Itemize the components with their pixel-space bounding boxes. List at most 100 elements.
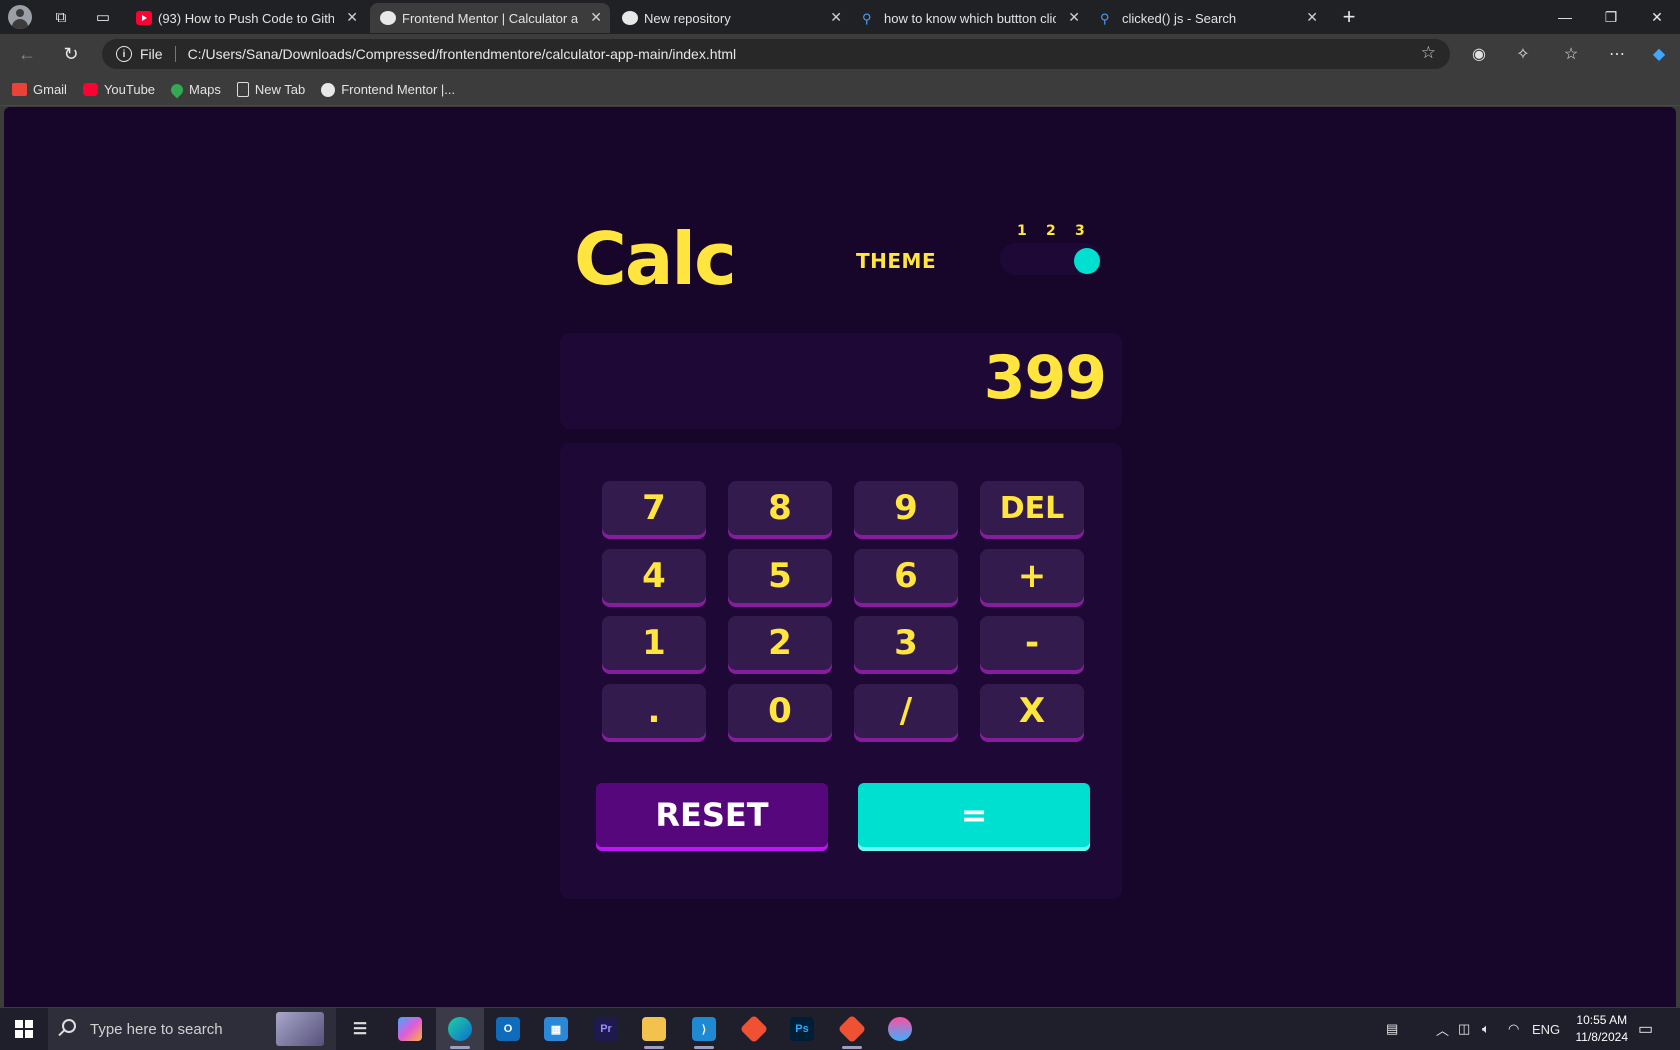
search-highlight-image: [276, 1012, 324, 1046]
page-viewport: Calc THEME 1 2 3 399 7 8 9 DEL 4 5 6 + 1…: [4, 107, 1676, 1007]
key-1[interactable]: 1: [602, 616, 706, 674]
back-icon[interactable]: ←: [12, 40, 42, 68]
tab-strip: ⧉ ▭ (93) How to Push Code to Github ✕ Fr…: [0, 0, 1680, 34]
reload-icon[interactable]: ↻: [56, 40, 86, 68]
bookmark-maps[interactable]: Maps: [168, 81, 221, 98]
browser-toolbar: ← ↻ i File C:/Users/Sana/Downloads/Compr…: [0, 34, 1680, 74]
close-tab-icon[interactable]: ✕: [590, 9, 602, 26]
taskbar-clock[interactable]: 10:55 AM 11/8/2024: [1576, 1012, 1629, 1046]
restore-icon[interactable]: ❐: [1588, 0, 1634, 34]
tab-frontend-mentor[interactable]: Frontend Mentor | Calculator app ✕: [370, 3, 610, 33]
bookmark-new-tab[interactable]: New Tab: [236, 82, 306, 97]
key-2[interactable]: 2: [728, 616, 832, 674]
display-value: 399: [983, 343, 1107, 413]
key-0[interactable]: 0: [728, 684, 832, 742]
key-9[interactable]: 9: [854, 481, 958, 539]
close-tab-icon[interactable]: ✕: [1068, 9, 1080, 26]
copilot-app-icon[interactable]: [386, 1008, 434, 1050]
outlook-app-icon[interactable]: O: [484, 1008, 532, 1050]
tab-bing-1[interactable]: ⚲ how to know which buttton clicke ✕: [852, 3, 1088, 33]
show-hidden-icons[interactable]: ︿: [1436, 1008, 1449, 1050]
photoshop-app-icon[interactable]: Ps: [778, 1008, 826, 1050]
file-explorer-icon[interactable]: [630, 1008, 678, 1050]
start-button[interactable]: [0, 1008, 48, 1050]
key-3[interactable]: 3: [854, 616, 958, 674]
bookmark-label: YouTube: [103, 82, 156, 97]
more-options-icon[interactable]: ⋯: [1604, 42, 1630, 66]
tab-title: Frontend Mentor | Calculator app: [402, 10, 578, 26]
task-view-icon[interactable]: ☰: [336, 1008, 384, 1050]
windows-logo-icon: [15, 1020, 33, 1038]
frontend-mentor-icon: [321, 82, 336, 97]
bing-search-icon: ⚲: [862, 11, 872, 26]
tab-github[interactable]: New repository ✕: [612, 3, 850, 33]
tab-bing-2[interactable]: ⚲ clicked() js - Search ✕: [1090, 3, 1326, 33]
key-decimal[interactable]: .: [602, 684, 706, 742]
key-plus[interactable]: +: [980, 549, 1084, 607]
tab-title: clicked() js - Search: [1122, 10, 1237, 26]
github-icon: [622, 11, 638, 25]
git-bash-app-icon[interactable]: [828, 1008, 876, 1050]
profile-avatar-icon[interactable]: [8, 5, 32, 29]
theme-toggle-knob[interactable]: [1074, 248, 1100, 274]
equals-button[interactable]: =: [858, 783, 1090, 851]
close-window-icon[interactable]: ✕: [1634, 0, 1680, 34]
copilot-icon[interactable]: ◆: [1646, 42, 1672, 66]
theme-option-1[interactable]: 1: [1017, 223, 1046, 239]
address-bar[interactable]: i File C:/Users/Sana/Downloads/Compresse…: [102, 39, 1450, 69]
address-url[interactable]: C:/Users/Sana/Downloads/Compressed/front…: [188, 46, 737, 62]
favorite-star-icon[interactable]: ☆: [1421, 43, 1436, 63]
notifications-icon[interactable]: ▭: [1638, 1008, 1653, 1050]
favorites-icon[interactable]: ☆: [1558, 42, 1584, 66]
git-gui-app-icon[interactable]: [730, 1008, 778, 1050]
vscode-app-icon[interactable]: ⟩: [680, 1008, 728, 1050]
store-app-icon[interactable]: ▦: [532, 1008, 580, 1050]
key-del[interactable]: DEL: [980, 481, 1084, 539]
volume-icon[interactable]: 🔈︎: [1482, 1008, 1490, 1050]
bookmark-youtube[interactable]: YouTube: [82, 82, 156, 97]
network-icon[interactable]: ◠: [1508, 1008, 1519, 1050]
taskbar-search[interactable]: Type here to search: [48, 1008, 336, 1050]
bing-search-icon: ⚲: [1100, 11, 1110, 26]
key-8[interactable]: 8: [728, 481, 832, 539]
language-indicator[interactable]: ENG: [1532, 1008, 1560, 1050]
key-minus[interactable]: -: [980, 616, 1084, 674]
key-6[interactable]: 6: [854, 549, 958, 607]
extension-icon[interactable]: ◉: [1466, 42, 1492, 66]
reset-button[interactable]: RESET: [596, 783, 828, 851]
clock-date: 11/8/2024: [1575, 1030, 1629, 1044]
tab-youtube[interactable]: (93) How to Push Code to Github ✕: [126, 3, 366, 33]
youtube-icon: [82, 83, 98, 96]
tab-title: (93) How to Push Code to Github: [158, 10, 334, 26]
bookmark-gmail[interactable]: Gmail: [12, 82, 67, 97]
close-tab-icon[interactable]: ✕: [1306, 9, 1318, 26]
theme-numbers: 1 2 3: [1017, 223, 1107, 239]
news-widget-icon[interactable]: ▤: [1386, 1008, 1398, 1050]
bookmarks-bar: Gmail YouTube Maps New Tab Frontend Ment…: [0, 74, 1680, 106]
vertical-tabs-icon[interactable]: ▭: [86, 4, 120, 30]
close-tab-icon[interactable]: ✕: [346, 9, 358, 26]
extensions-puzzle-icon[interactable]: ✧: [1510, 42, 1536, 66]
key-5[interactable]: 5: [728, 549, 832, 607]
page-icon: [236, 82, 249, 97]
key-4[interactable]: 4: [602, 549, 706, 607]
gmail-icon: [12, 83, 27, 96]
edge-app-icon[interactable]: [436, 1008, 484, 1050]
premiere-app-icon[interactable]: Pr: [582, 1008, 630, 1050]
theme-option-2[interactable]: 2: [1046, 223, 1075, 239]
bookmark-frontend-mentor[interactable]: Frontend Mentor |...: [321, 82, 455, 97]
close-tab-icon[interactable]: ✕: [830, 9, 842, 26]
workspaces-icon[interactable]: ⧉: [44, 4, 78, 30]
color-picker-app-icon[interactable]: [876, 1008, 924, 1050]
key-divide[interactable]: /: [854, 684, 958, 742]
theme-option-3[interactable]: 3: [1075, 223, 1104, 239]
key-7[interactable]: 7: [602, 481, 706, 539]
theme-label: THEME: [856, 249, 937, 273]
bookmark-label: Gmail: [33, 82, 67, 97]
key-multiply[interactable]: X: [980, 684, 1084, 742]
site-info-icon[interactable]: i: [116, 46, 132, 62]
new-tab-icon[interactable]: +: [1332, 4, 1366, 30]
meet-now-icon[interactable]: ◫: [1458, 1008, 1470, 1050]
bookmark-label: New Tab: [254, 82, 306, 97]
minimize-icon[interactable]: —: [1542, 0, 1588, 34]
